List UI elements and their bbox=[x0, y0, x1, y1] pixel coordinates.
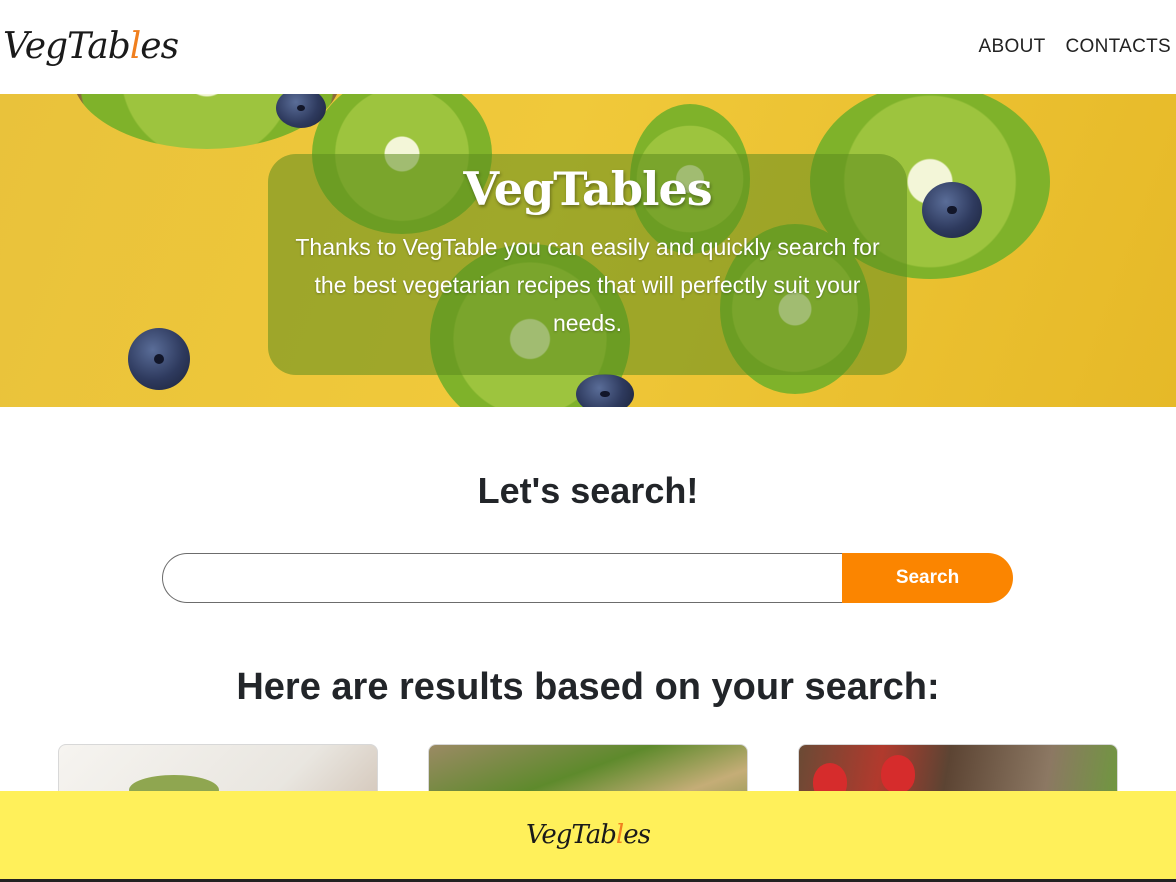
main-nav: ABOUT CONTACTS bbox=[979, 36, 1171, 58]
carrot-icon: l bbox=[129, 25, 141, 67]
blueberry-image bbox=[128, 328, 190, 390]
search-input[interactable] bbox=[162, 553, 842, 603]
site-footer: VegTables bbox=[0, 791, 1176, 879]
site-logo[interactable]: VegTables bbox=[3, 18, 179, 74]
hero-title: VegTables bbox=[463, 162, 712, 216]
search-heading: Let's search! bbox=[477, 470, 699, 511]
nav-about-link[interactable]: ABOUT bbox=[979, 36, 1046, 58]
logo-text: VegTables bbox=[3, 25, 179, 67]
hero-banner: VegTables Thanks to VegTable you can eas… bbox=[0, 94, 1176, 407]
recipe-image bbox=[881, 755, 915, 793]
site-header: VegTables ABOUT CONTACTS bbox=[0, 0, 1176, 94]
blueberry-image bbox=[922, 182, 982, 238]
search-button[interactable]: Search bbox=[842, 553, 1013, 603]
search-form: Search bbox=[162, 553, 1013, 603]
hero-description: Thanks to VegTable you can easily and qu… bbox=[295, 234, 880, 336]
hero-card: VegTables Thanks to VegTable you can eas… bbox=[268, 154, 907, 375]
nav-contacts-link[interactable]: CONTACTS bbox=[1066, 36, 1172, 58]
footer-logo[interactable]: VegTables bbox=[526, 820, 651, 850]
blueberry-image bbox=[576, 374, 634, 407]
page: VegTables ABOUT CONTACTS VegTables Thank… bbox=[0, 0, 1176, 882]
results-heading: Here are results based on your search: bbox=[236, 666, 940, 708]
